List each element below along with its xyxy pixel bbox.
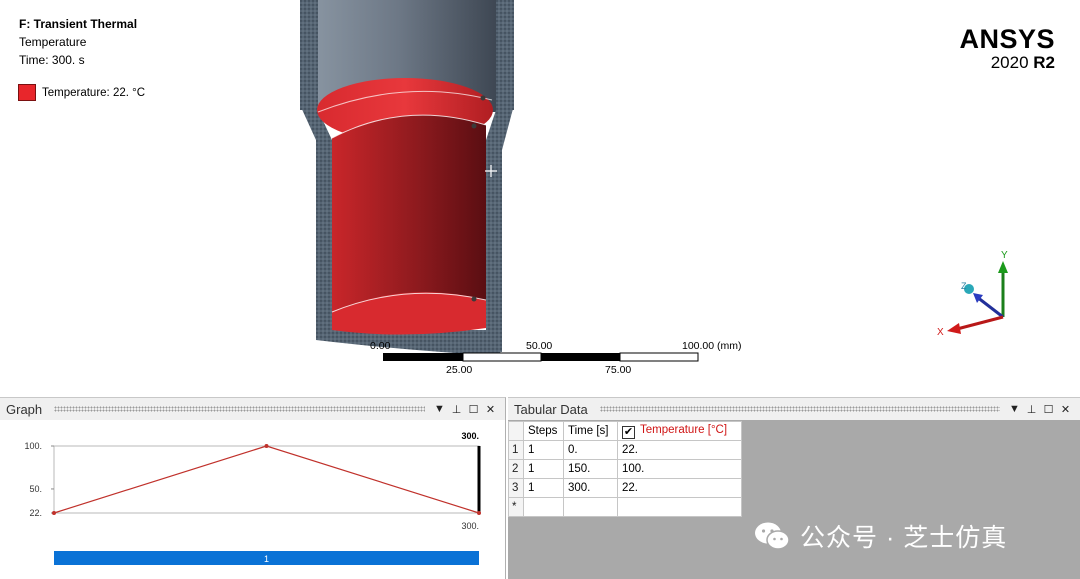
table-row[interactable]: 1 1 0. 22.: [508, 440, 742, 460]
column-header-time[interactable]: Time [s]: [563, 421, 618, 441]
version-text: 2020 R2: [990, 53, 1055, 72]
result-name: Temperature: [19, 35, 87, 49]
cavity-inner-wall: [332, 115, 486, 320]
current-time-label: 300.: [461, 431, 479, 441]
cell-time[interactable]: 150.: [563, 459, 618, 479]
result-legend[interactable]: Temperature: 22. °C: [18, 84, 145, 101]
y-tick-label: 100.: [24, 441, 42, 451]
maximize-icon[interactable]: ☐: [1040, 401, 1057, 417]
row-number: 1: [508, 440, 524, 460]
cell-steps[interactable]: 1: [523, 459, 564, 479]
x-axis-arrow: [956, 315, 1004, 331]
time-label: Time: 300. s: [19, 53, 85, 67]
wechat-logo-icon: [755, 522, 790, 550]
cell-temperature[interactable]: 100.: [617, 459, 742, 479]
pin-icon[interactable]: ⊥: [1023, 401, 1040, 417]
legend-color-swatch: [18, 84, 36, 101]
coordinate-triad[interactable]: Y Z X: [935, 245, 1025, 340]
graph-panel: Graph ▼ ⊥ ☐ ✕ 100. 50. 22. 300. 300. 1: [0, 397, 506, 579]
new-row-marker: *: [508, 497, 524, 517]
row-number-header: [508, 421, 524, 441]
cell-steps[interactable]: 1: [523, 478, 564, 498]
cell-time[interactable]: 0.: [563, 440, 618, 460]
cell-temperature[interactable]: 22.: [617, 478, 742, 498]
row-number: 2: [508, 459, 524, 479]
x-tick-label: 300.: [461, 521, 479, 531]
pin-icon[interactable]: ⊥: [448, 401, 465, 417]
analysis-title: F: Transient Thermal: [19, 17, 138, 31]
left-wall-section: [300, 105, 332, 340]
right-wall-section: [486, 105, 514, 352]
data-point: [477, 511, 481, 515]
scale-label-25: 25.00: [446, 364, 472, 376]
cell-steps[interactable]: 1: [523, 440, 564, 460]
dropdown-icon[interactable]: ▼: [431, 401, 448, 417]
ansys-mechanical-window: F: Transient Thermal Temperature Time: 3…: [0, 0, 1080, 579]
cell-steps[interactable]: [523, 497, 564, 517]
brand-text: ANSYS: [959, 24, 1055, 54]
scale-label-0: 0.00: [370, 340, 391, 352]
column-header-temperature[interactable]: ✔ Temperature [°C]: [617, 421, 742, 441]
scale-label-100: 100.00 (mm): [682, 340, 742, 352]
dropdown-icon[interactable]: ▼: [1006, 401, 1023, 417]
data-point: [264, 444, 269, 448]
maximize-icon[interactable]: ☐: [465, 401, 482, 417]
y-axis-label: Y: [1001, 250, 1008, 261]
z-axis-label: Z: [961, 281, 967, 291]
result-info-block: F: Transient Thermal Temperature Time: 3…: [19, 15, 137, 69]
cell-time[interactable]: 300.: [563, 478, 618, 498]
scale-label-75: 75.00: [605, 364, 631, 376]
temperature-checkbox[interactable]: ✔: [622, 425, 635, 439]
y-tick-label: 50.: [29, 484, 42, 494]
step-bar-label: 1: [264, 554, 269, 564]
tabular-panel-title: Tabular Data: [514, 401, 588, 417]
tabular-panel-header: Tabular Data ▼ ⊥ ☐ ✕: [508, 398, 1080, 420]
table-new-row[interactable]: *: [508, 497, 742, 517]
x-axis-label: X: [937, 327, 944, 338]
close-icon[interactable]: ✕: [1057, 401, 1074, 417]
data-point: [52, 511, 56, 515]
y-tick-label: 22.: [29, 508, 42, 518]
column-header-steps[interactable]: Steps: [523, 421, 564, 441]
cell-time[interactable]: [563, 497, 618, 517]
plot-area: [53, 445, 480, 514]
scale-label-50: 50.00: [526, 340, 552, 352]
z-axis-arrow: [976, 295, 1004, 319]
graph-panel-title: Graph: [6, 401, 43, 417]
temperature-time-chart[interactable]: 100. 50. 22. 300. 300. 1: [0, 421, 505, 579]
table-row[interactable]: 3 1 300. 22.: [508, 478, 742, 498]
close-icon[interactable]: ✕: [482, 401, 499, 417]
watermark: 公众号 · 芝士仿真: [754, 518, 1007, 554]
table-header-row: Steps Time [s] ✔ Temperature [°C]: [508, 421, 742, 441]
watermark-text: 公众号 · 芝士仿真: [800, 524, 1008, 552]
graphics-viewport[interactable]: F: Transient Thermal Temperature Time: 3…: [0, 0, 1080, 396]
table-row[interactable]: 2 1 150. 100.: [508, 459, 742, 479]
row-number: 3: [508, 478, 524, 498]
ansys-logo: ANSYS 2020 R2: [959, 24, 1055, 72]
legend-label: Temperature: 22. °C: [42, 86, 146, 99]
tabular-data-table[interactable]: Steps Time [s] ✔ Temperature [°C] 1 1 0. 22.…: [508, 421, 742, 517]
cell-temperature[interactable]: [617, 497, 742, 517]
scale-bar: 0.00 50.00 100.00 (mm) 25.00 75.00: [370, 340, 742, 376]
cell-temperature[interactable]: 22.: [617, 440, 742, 460]
graph-panel-header: Graph ▼ ⊥ ☐ ✕: [0, 398, 505, 420]
